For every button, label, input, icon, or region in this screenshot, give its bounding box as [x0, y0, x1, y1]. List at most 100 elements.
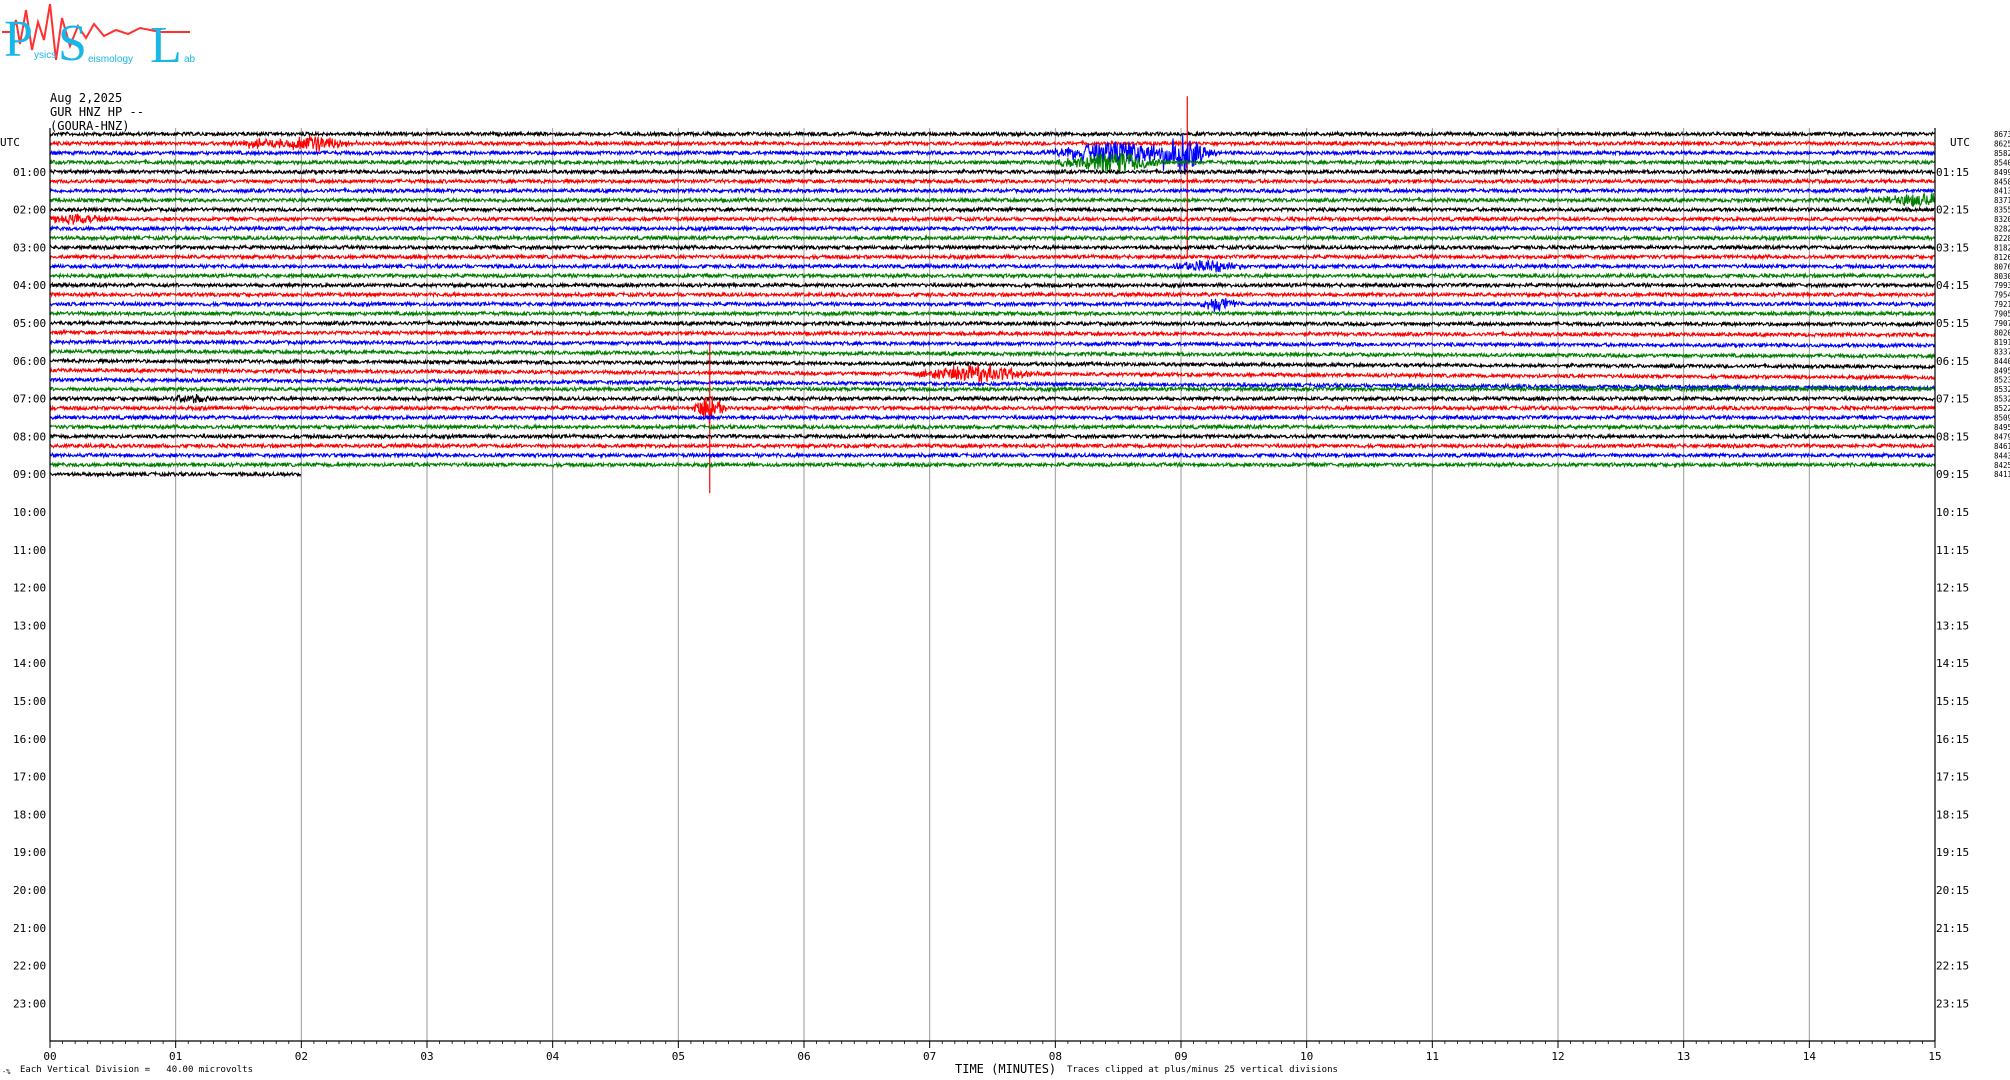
left-hour-label: 14:00 — [13, 657, 46, 670]
row-baseline-value: 8479 — [1994, 432, 2010, 441]
x-tick-label: 04 — [546, 1050, 560, 1063]
logo-letter-p: P — [4, 11, 33, 68]
row-baseline-value: 8523 — [1994, 376, 2010, 385]
seismic-traces — [49, 96, 1936, 494]
logo-subtitle-physics: ysics — [34, 50, 56, 61]
trace-row — [49, 347, 1936, 360]
trace-row — [49, 271, 1936, 280]
right-hour-label: 23:15 — [1936, 997, 1969, 1010]
x-tick-label: 13 — [1677, 1050, 1690, 1063]
row-baseline-value: 8355 — [1994, 206, 2010, 215]
row-baseline-value: 8413 — [1994, 187, 2010, 196]
left-hour-label: 02:00 — [13, 204, 46, 217]
trace-row — [49, 290, 1935, 299]
row-baseline-value: 8509 — [1994, 414, 2010, 423]
trace-row — [49, 338, 1936, 349]
left-hour-label: 23:00 — [13, 997, 46, 1010]
row-baseline-value: 8337 — [1994, 347, 2010, 356]
header-station: GUR HNZ HP -- — [50, 105, 144, 119]
right-hour-label: 12:15 — [1936, 582, 1969, 595]
header-location: (GOURA-HNZ) — [50, 119, 129, 133]
trace-row — [49, 130, 1935, 139]
left-hour-label: 18:00 — [13, 808, 46, 821]
trace-row — [49, 357, 1936, 371]
trace-row — [49, 432, 1936, 441]
footer-marker: -% — [2, 1068, 11, 1076]
trace-row — [49, 328, 1936, 339]
right-hour-label: 20:15 — [1936, 884, 1969, 897]
trace-row — [49, 233, 1936, 242]
x-tick-label: 06 — [797, 1050, 810, 1063]
right-hour-label: 17:15 — [1936, 771, 1969, 784]
trace-row — [49, 243, 1935, 252]
left-hour-label: 12:00 — [13, 582, 46, 595]
row-baseline-value: 8440 — [1994, 357, 2010, 366]
row-baseline-value: 8411 — [1994, 470, 2010, 479]
trace-row — [49, 259, 1936, 273]
left-hour-label: 10:00 — [13, 506, 46, 519]
trace-row — [49, 186, 1935, 195]
x-tick-label: 11 — [1426, 1050, 1439, 1063]
x-tick-label: 07 — [923, 1050, 936, 1063]
row-baseline-value: 8532 — [1994, 385, 2010, 394]
row-baseline-value: 8076 — [1994, 262, 2010, 271]
right-hour-label: 21:15 — [1936, 922, 1969, 935]
right-hour-label: 03:15 — [1936, 241, 1969, 254]
footer-time-label: TIME (MINUTES) — [955, 1062, 1056, 1076]
row-baseline-value: 8182 — [1994, 243, 2010, 252]
helicorder-chart: P S L ysics eismology ab Aug 2,2025 GUR … — [0, 3, 2010, 1076]
right-hour-label: 19:15 — [1936, 846, 1969, 859]
x-tick-label: 05 — [672, 1050, 685, 1063]
trace-row — [49, 213, 1936, 225]
x-tick-label: 15 — [1928, 1050, 1941, 1063]
left-hour-label: 22:00 — [13, 960, 46, 973]
left-hour-label: 21:00 — [13, 922, 46, 935]
trace-row — [49, 451, 1936, 460]
left-hour-label: 03:00 — [13, 241, 46, 254]
left-hour-label: 11:00 — [13, 544, 46, 557]
left-hour-label: 05:00 — [13, 317, 46, 330]
left-hour-label: 01:00 — [13, 166, 46, 179]
footer-clip-note: Traces clipped at plus/minus 25 vertical… — [1067, 1065, 1338, 1075]
right-hour-label: 06:15 — [1936, 355, 1969, 368]
psl-logo: P S L ysics eismology ab — [2, 3, 196, 74]
footer-vertical-division: Each Vertical Division = 40.00 microvolt… — [20, 1065, 253, 1075]
row-baseline-value: 8540 — [1994, 158, 2010, 167]
right-hour-label: 16:15 — [1936, 733, 1969, 746]
trace-row — [49, 281, 1935, 290]
row-baseline-value: 8425 — [1994, 461, 2010, 470]
trace-row — [49, 423, 1936, 431]
left-hour-label: 08:00 — [13, 430, 46, 443]
row-baseline-value: 8020 — [1994, 328, 2010, 337]
right-hour-label: 04:15 — [1936, 279, 1969, 292]
left-hour-label: 16:00 — [13, 733, 46, 746]
row-baseline-value: 8458 — [1994, 177, 2010, 186]
row-baseline-value: 8673 — [1994, 130, 2010, 139]
right-hour-label: 15:15 — [1936, 695, 1969, 708]
right-hour-label: 01:15 — [1936, 166, 1969, 179]
row-baseline-value: 7921 — [1994, 300, 2010, 309]
left-hour-label: 19:00 — [13, 846, 46, 859]
row-baseline-value: 8443 — [1994, 451, 2010, 460]
left-hour-label: 13:00 — [13, 619, 46, 632]
row-baseline-value: 8499 — [1994, 168, 2010, 177]
row-baseline-value: 8495 — [1994, 423, 2010, 432]
trace-row — [49, 177, 1936, 186]
right-hour-label: 09:15 — [1936, 468, 1969, 481]
x-tick-label: 12 — [1551, 1050, 1564, 1063]
left-hour-label: 09:00 — [13, 468, 46, 481]
x-tick-label: 00 — [43, 1050, 56, 1063]
row-baseline-value: 8282 — [1994, 225, 2010, 234]
right-hour-label: 08:15 — [1936, 430, 1969, 443]
row-baseline-value: 8522 — [1994, 404, 2010, 413]
trace-row — [49, 298, 1936, 312]
trace-row — [49, 167, 1936, 176]
trace-row — [49, 460, 1936, 469]
left-axis-title: UTC — [0, 136, 20, 149]
trace-row — [49, 441, 1936, 450]
row-baseline-value: 8495 — [1994, 366, 2010, 375]
trace-row — [49, 205, 1936, 214]
row-baseline-value: 8030 — [1994, 272, 2010, 281]
x-tick-label: 10 — [1300, 1050, 1313, 1063]
logo-subtitle-seismology: eismology — [88, 54, 133, 65]
